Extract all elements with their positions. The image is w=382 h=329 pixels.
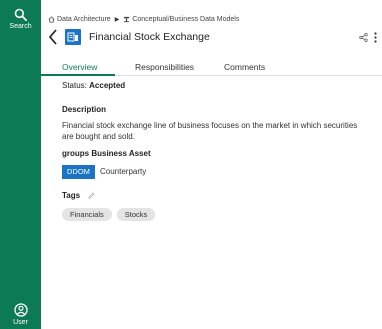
asset-type-icon: [65, 29, 81, 45]
rail-user-button[interactable]: User: [0, 303, 41, 326]
tag-chip-stocks[interactable]: Stocks: [116, 208, 156, 221]
breadcrumb-item-data-architecture[interactable]: Data Architecture: [57, 16, 111, 23]
tag-chip-financials[interactable]: Financials: [62, 208, 112, 221]
home-icon: [48, 16, 55, 23]
related-asset-link[interactable]: Counterparty: [100, 167, 146, 176]
tab-overview[interactable]: Overview: [62, 62, 97, 72]
share-icon[interactable]: [359, 33, 368, 42]
breadcrumb: Data Architecture ▶ Conceptual/Business …: [48, 15, 239, 24]
pencil-icon[interactable]: [88, 192, 95, 199]
rail-user-label: User: [13, 319, 28, 326]
user-icon: [13, 303, 28, 317]
status-value: Accepted: [89, 81, 126, 90]
tags-heading: Tags: [62, 191, 81, 200]
description-heading: Description: [62, 105, 107, 114]
breadcrumb-separator-icon: ▶: [114, 17, 120, 23]
status-row: Status: Accepted: [62, 81, 125, 90]
tag-list: Financials Stocks: [62, 208, 160, 221]
rail-search-button[interactable]: Search: [0, 8, 41, 30]
tab-responsibilities[interactable]: Responsibilities: [135, 62, 194, 72]
groups-heading: groups Business Asset: [62, 149, 151, 158]
page-title: Financial Stock Exchange: [89, 31, 210, 43]
domain-badge[interactable]: DDOM: [62, 165, 95, 179]
tab-comments[interactable]: Comments: [224, 62, 265, 72]
tab-bar: Overview Responsibilities Comments: [41, 58, 382, 76]
chevron-left-icon[interactable]: [47, 28, 59, 46]
rail-search-label: Search: [9, 23, 32, 30]
nav-rail: Search User: [0, 0, 41, 329]
search-icon: [14, 8, 27, 21]
asset-page: Data Architecture ▶ Conceptual/Business …: [41, 0, 382, 329]
more-vertical-icon[interactable]: [373, 32, 378, 43]
model-icon: [124, 16, 130, 23]
active-tab-indicator: [41, 74, 115, 76]
status-label: Status:: [62, 81, 87, 90]
breadcrumb-item-conceptual-models[interactable]: Conceptual/Business Data Models: [132, 16, 239, 23]
description-text: Financial stock exchange line of busines…: [62, 121, 358, 141]
